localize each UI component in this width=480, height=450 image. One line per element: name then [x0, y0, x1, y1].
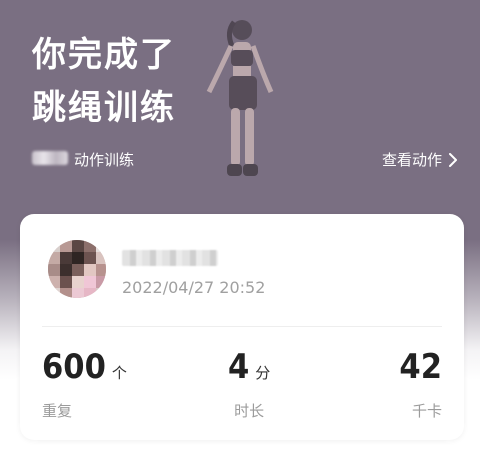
stat-duration-label: 时长	[234, 402, 265, 420]
chevron-right-icon	[449, 152, 457, 167]
view-actions-button[interactable]: 查看动作	[382, 149, 458, 170]
avatar[interactable]	[48, 240, 106, 298]
completion-title-line2: 跳绳训练	[32, 88, 176, 128]
stat-duration-value: 4	[228, 347, 250, 387]
stat-reps-unit: 个	[111, 364, 127, 382]
stat-calories-value: 42	[399, 347, 442, 387]
stat-reps-value: 600	[42, 347, 106, 387]
stat-duration-unit: 分	[255, 364, 271, 382]
blurred-course-name	[32, 151, 68, 165]
stat-reps-label: 重复	[42, 402, 73, 420]
workout-timestamp: 2022/04/27 20:52	[122, 278, 266, 297]
stat-calories-label: 千卡	[411, 402, 442, 420]
workout-summary-card: 2022/04/27 20:52 600 个 重复 4 分 时长 42 千卡	[20, 214, 464, 440]
stat-duration: 4 分 时长	[228, 350, 270, 421]
divider	[42, 326, 442, 327]
blurred-username	[122, 250, 218, 266]
jump-rope-figure-image	[206, 20, 274, 176]
action-training-label: 动作训练	[74, 151, 135, 169]
view-actions-label: 查看动作	[381, 151, 442, 169]
completion-title-line1: 你完成了	[32, 35, 176, 75]
stat-reps: 600 个 重复	[42, 350, 127, 421]
stat-calories: 42 千卡	[399, 350, 442, 421]
